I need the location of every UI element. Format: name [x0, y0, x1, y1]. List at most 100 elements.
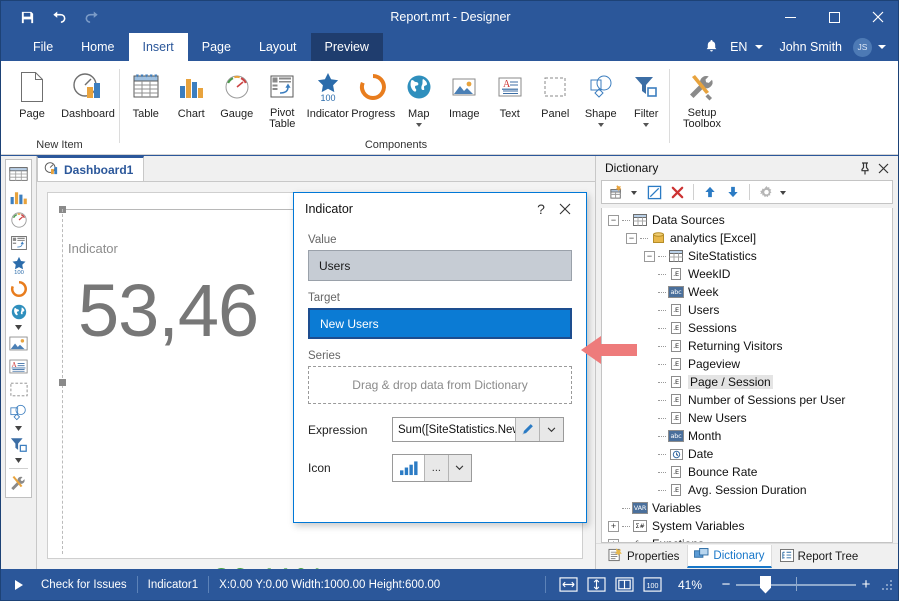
ribbon-item-dashboard[interactable]: Dashboard: [59, 61, 117, 120]
tree-node-analytics[interactable]: − analytics [Excel]: [602, 229, 892, 247]
tree-node-page-session[interactable]: .E Page / Session: [602, 373, 892, 391]
tree-node-weekid[interactable]: .E WeekID: [602, 265, 892, 283]
toolbar-item-table[interactable]: [6, 162, 31, 185]
move-down-icon[interactable]: [723, 182, 743, 202]
collapse-toggle[interactable]: −: [608, 214, 619, 226]
ribbon-item-map[interactable]: Map: [396, 61, 442, 127]
shape-chevron-down-icon[interactable]: [6, 424, 31, 433]
zoom-in-button[interactable]: +: [858, 576, 874, 593]
expression-chevron-down-icon[interactable]: [539, 418, 563, 441]
toolbar-item-gauge[interactable]: [6, 208, 31, 231]
move-up-icon[interactable]: [700, 182, 720, 202]
pencil-icon[interactable]: [515, 418, 539, 441]
pin-icon[interactable]: [856, 159, 874, 177]
tab-page[interactable]: Page: [188, 33, 245, 61]
indicator-dialog[interactable]: Indicator ? Value Users Target New Users…: [293, 192, 587, 523]
edit-icon[interactable]: [644, 182, 664, 202]
tab-file[interactable]: File: [19, 33, 67, 61]
fit-height-icon[interactable]: [584, 574, 610, 596]
settings-chevron-down-icon[interactable]: [780, 191, 786, 195]
tree-node-functions[interactable]: + fx Functions: [602, 535, 892, 542]
close-button[interactable]: [856, 1, 898, 33]
delete-icon[interactable]: [667, 182, 687, 202]
tab-home[interactable]: Home: [67, 33, 128, 61]
panel-tab-dictionary[interactable]: Dictionary: [687, 545, 772, 568]
toolbar-item-map[interactable]: [6, 300, 31, 323]
resize-grip[interactable]: [880, 578, 894, 592]
series-dropzone[interactable]: Drag & drop data from Dictionary: [308, 366, 572, 404]
map-chevron-down-icon[interactable]: [6, 323, 31, 332]
tree-node-week[interactable]: abc Week: [602, 283, 892, 301]
new-item-chevron-down-icon[interactable]: [631, 191, 637, 195]
map-chevron-down-icon[interactable]: [415, 123, 422, 127]
language-chevron-down-icon[interactable]: [755, 45, 764, 49]
panel-tab-properties[interactable]: Properties: [602, 545, 685, 568]
value-field[interactable]: Users: [308, 250, 572, 281]
zoom-slider[interactable]: [736, 569, 856, 600]
ribbon-item-image[interactable]: Image: [442, 61, 488, 120]
expression-input[interactable]: Sum([SiteStatistics.New U: [393, 418, 515, 441]
undo-icon[interactable]: [49, 7, 69, 27]
toolbar-item-setup-toolbox[interactable]: [6, 472, 31, 495]
minimize-button[interactable]: [768, 1, 812, 33]
ribbon-item-text[interactable]: A Text: [487, 61, 533, 120]
zoom-slider-thumb[interactable]: [760, 575, 771, 594]
maximize-button[interactable]: [812, 1, 856, 33]
toolbar-item-panel[interactable]: [6, 378, 31, 401]
help-icon[interactable]: ?: [530, 198, 552, 220]
tab-preview[interactable]: Preview: [310, 33, 383, 61]
close-icon[interactable]: [874, 159, 892, 177]
save-icon[interactable]: [17, 7, 37, 27]
tree-node-data-sources[interactable]: − Data Sources: [602, 211, 892, 229]
tree-node-avg-session-duration[interactable]: .E Avg. Session Duration: [602, 481, 892, 499]
toolbar-item-text[interactable]: A: [6, 355, 31, 378]
avatar[interactable]: JS: [853, 37, 872, 57]
ribbon-item-table[interactable]: Table: [123, 61, 169, 120]
new-item-icon[interactable]: [607, 182, 627, 202]
zoom-out-button[interactable]: −: [718, 576, 734, 593]
tree-node-variables[interactable]: VAR Variables: [602, 499, 892, 517]
bell-icon[interactable]: [699, 39, 724, 56]
bar-chart-icon[interactable]: [393, 455, 424, 481]
ribbon-item-indicator[interactable]: 100 Indicator: [305, 61, 351, 120]
settings-icon[interactable]: [756, 182, 776, 202]
tree-node-bounce-rate[interactable]: .E Bounce Rate: [602, 463, 892, 481]
expand-toggle[interactable]: +: [608, 520, 619, 532]
ribbon-item-gauge[interactable]: Gauge: [214, 61, 260, 120]
tree-node-pageview[interactable]: .E Pageview: [602, 355, 892, 373]
fit-width-icon[interactable]: [556, 574, 582, 596]
account-chevron-down-icon[interactable]: [878, 45, 886, 49]
shape-chevron-down-icon[interactable]: [597, 123, 604, 127]
ribbon-item-filter[interactable]: Filter: [624, 61, 670, 127]
selection-left-handle[interactable]: [59, 379, 66, 386]
tree-node-users[interactable]: .E Users: [602, 301, 892, 319]
zoom-100-icon[interactable]: 100: [640, 574, 666, 596]
icon-chevron-down-icon[interactable]: [447, 455, 471, 481]
tree-node-system-variables[interactable]: + Σ# System Variables: [602, 517, 892, 535]
toolbar-item-image[interactable]: [6, 332, 31, 355]
language-selector[interactable]: EN: [728, 40, 749, 54]
user-name[interactable]: John Smith: [779, 40, 842, 54]
collapse-toggle[interactable]: −: [644, 250, 655, 262]
filter-chevron-down-icon[interactable]: [643, 123, 650, 127]
run-icon[interactable]: [15, 579, 23, 590]
toolbar-item-pivot-table[interactable]: [6, 231, 31, 254]
tree-node-date[interactable]: Date: [602, 445, 892, 463]
tree-node-sessions[interactable]: .E Sessions: [602, 319, 892, 337]
panel-tab-report-tree[interactable]: Report Tree: [774, 545, 865, 568]
ribbon-item-pivot-table[interactable]: Pivot Table: [260, 61, 306, 130]
ribbon-item-shape[interactable]: Shape: [578, 61, 624, 127]
tree-node-sitestatistics[interactable]: − SiteStatistics: [602, 247, 892, 265]
target-field[interactable]: New Users: [308, 308, 572, 339]
toolbar-item-filter[interactable]: [6, 433, 31, 456]
ribbon-item-page[interactable]: Page: [5, 61, 59, 120]
toolbar-item-progress[interactable]: [6, 277, 31, 300]
toolbar-item-chart[interactable]: [6, 185, 31, 208]
redo-icon[interactable]: [81, 7, 101, 27]
check-for-issues-button[interactable]: Check for Issues: [31, 579, 137, 591]
ribbon-item-setup-toolbox[interactable]: Setup Toolbox: [673, 61, 731, 130]
tab-insert[interactable]: Insert: [128, 33, 188, 61]
document-tab-dashboard1[interactable]: Dashboard1: [37, 156, 145, 181]
single-page-icon[interactable]: [612, 574, 638, 596]
toolbar-item-shape[interactable]: [6, 401, 31, 424]
